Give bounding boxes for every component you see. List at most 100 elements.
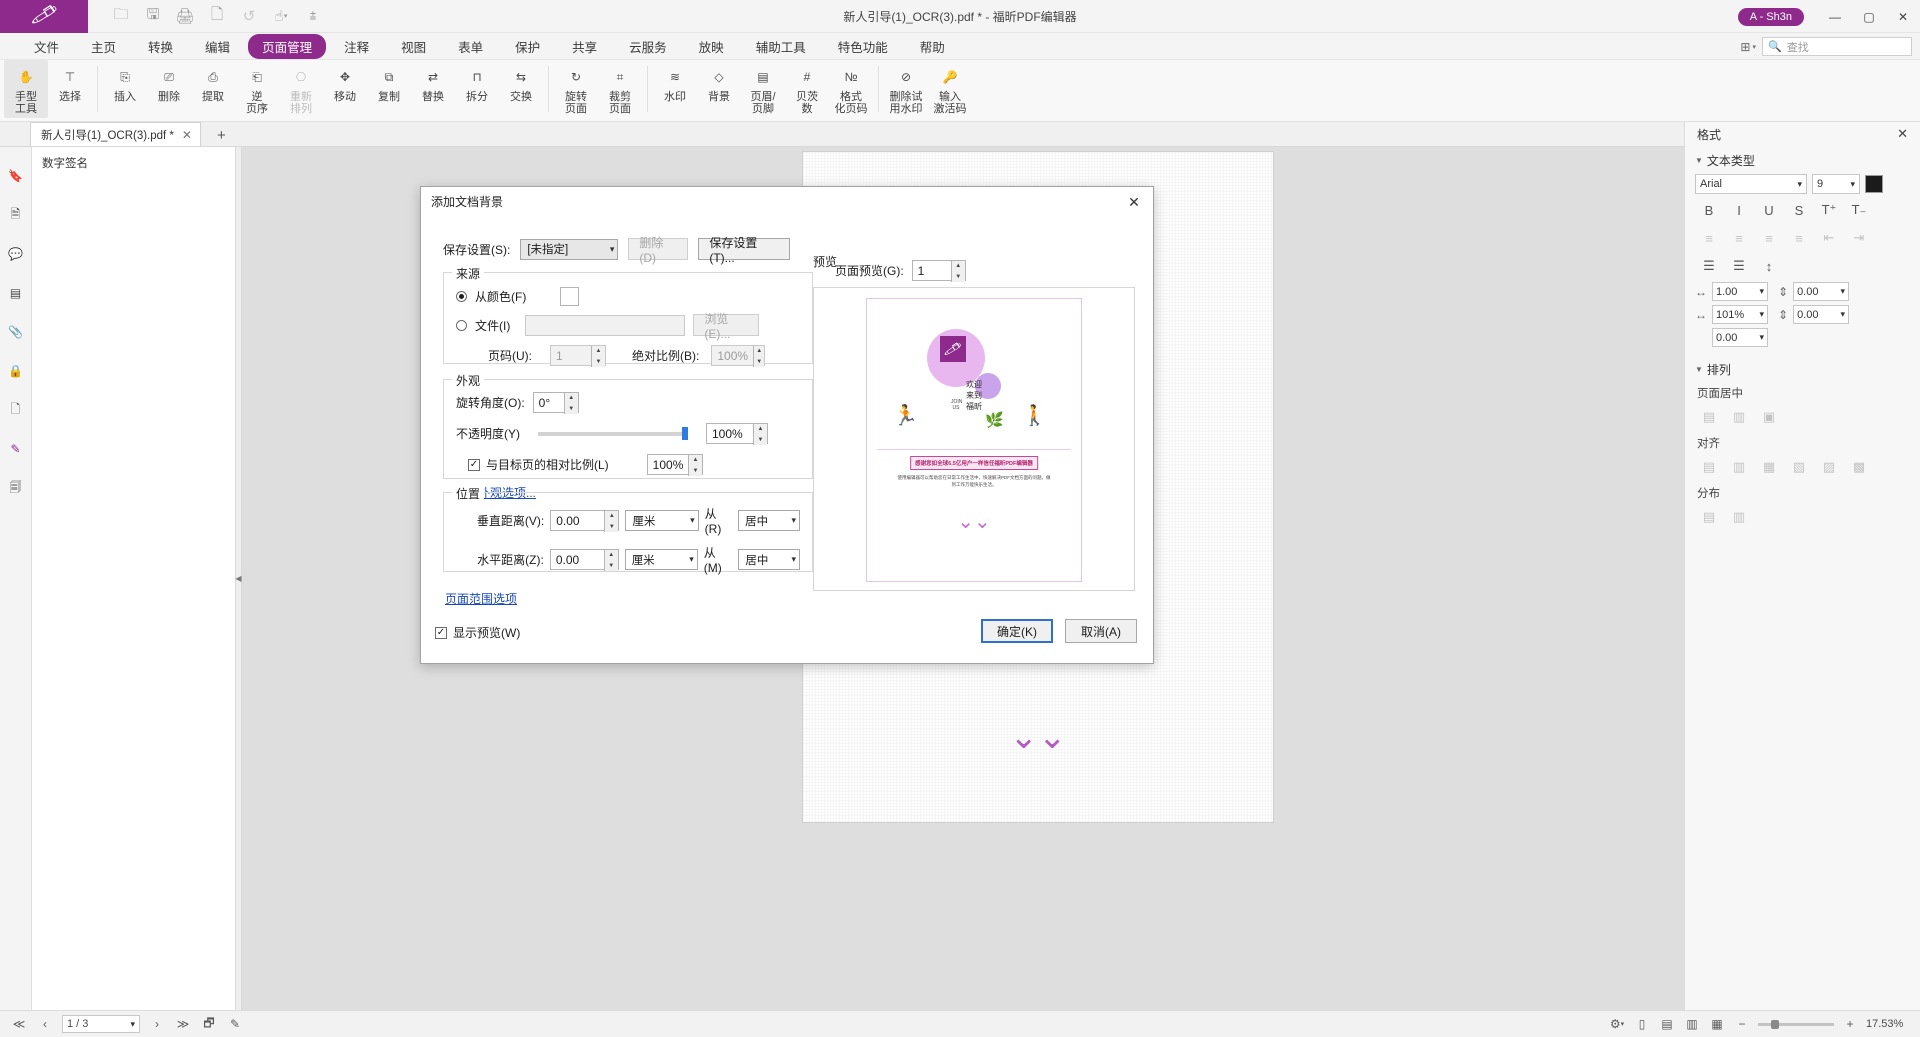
spinner-down[interactable]: ▼ xyxy=(592,357,605,368)
indent-increase-button[interactable]: ⇥ xyxy=(1845,227,1873,249)
opacity-spinner[interactable]: 100% ▲▼ xyxy=(706,423,768,444)
hand-tool-button[interactable]: ☝▾ xyxy=(266,3,296,29)
menu-item-8[interactable]: 保护 xyxy=(501,34,554,59)
snapshot-icon[interactable]: 🗗 xyxy=(200,1015,218,1033)
destinations-icon[interactable]: 🗋 xyxy=(3,397,29,423)
char-spacing-input[interactable]: 1.00▾ xyxy=(1712,282,1768,301)
background-color-swatch[interactable] xyxy=(560,287,579,306)
spinner-arrows[interactable]: ▲▼ xyxy=(604,550,618,571)
view-settings-icon[interactable]: ⚙▾ xyxy=(1608,1015,1626,1033)
font-family-select[interactable]: Arial ▾ xyxy=(1695,174,1807,194)
ribbon-button-格式[interactable]: №格式化页码 xyxy=(829,60,873,118)
new-tab-button[interactable]: + xyxy=(217,127,226,146)
create-pdf-button[interactable]: 🗋 xyxy=(202,3,232,29)
format-panel-close-icon[interactable]: ✕ xyxy=(1897,126,1908,142)
spinner-up[interactable]: ▲ xyxy=(605,550,618,561)
numbered-list-button[interactable]: ☰ xyxy=(1725,255,1753,277)
ribbon-button-提取[interactable]: ⎙提取 xyxy=(191,60,235,118)
spinner-up[interactable]: ▲ xyxy=(754,346,764,357)
italic-button[interactable]: I xyxy=(1725,199,1753,221)
spinner-up[interactable]: ▲ xyxy=(952,261,965,272)
spinner-down[interactable]: ▼ xyxy=(754,435,767,446)
customize-qat-button[interactable]: ⩲ xyxy=(298,3,328,29)
nav-last-page-button[interactable]: ≫ xyxy=(174,1015,192,1033)
digital-signature-icon[interactable]: ✎ xyxy=(3,436,29,462)
horizontal-from-select[interactable]: 居中 ▾ xyxy=(738,549,800,570)
zoom-in-button[interactable]: + xyxy=(1841,1015,1859,1033)
spinner-down[interactable]: ▼ xyxy=(605,522,618,533)
ribbon-button-删除[interactable]: ⎚删除 xyxy=(147,60,191,118)
spinner-up[interactable]: ▲ xyxy=(565,393,578,404)
zoom-slider[interactable] xyxy=(1758,1023,1834,1026)
nav-next-page-button[interactable]: › xyxy=(148,1015,166,1033)
two-page-continuous-icon[interactable]: ▦ xyxy=(1708,1015,1726,1033)
spinner-arrows[interactable]: ▲▼ xyxy=(604,511,618,532)
align-objects-bottom-button[interactable]: ▩ xyxy=(1845,456,1873,478)
save-settings-select[interactable]: [未指定] ▾ xyxy=(520,239,618,260)
horizontal-unit-select[interactable]: 厘米 ▾ xyxy=(625,549,698,570)
h-scale-input[interactable]: 101%▾ xyxy=(1712,305,1768,324)
ribbon-button-裁剪[interactable]: ⌗裁剪页面 xyxy=(598,60,642,118)
distribute-vertically-button[interactable]: ▥ xyxy=(1725,506,1753,528)
cancel-button[interactable]: 取消(A) xyxy=(1065,619,1137,643)
line-spacing-button[interactable]: ↕ xyxy=(1755,255,1783,277)
menu-item-12[interactable]: 辅助工具 xyxy=(742,34,820,59)
spinner-arrows[interactable]: ▲▼ xyxy=(564,393,578,414)
align-center-button[interactable]: ≡ xyxy=(1725,227,1753,249)
distribute-horizontally-button[interactable]: ▤ xyxy=(1695,506,1723,528)
ribbon-button-替换[interactable]: ⇄替换 xyxy=(411,60,455,118)
security-icon[interactable]: 🔒 xyxy=(3,358,29,384)
strikethrough-button[interactable]: S xyxy=(1785,199,1813,221)
opacity-slider[interactable] xyxy=(538,432,688,436)
menu-item-7[interactable]: 表单 xyxy=(444,34,497,59)
menu-item-5[interactable]: 注释 xyxy=(330,34,383,59)
menu-item-14[interactable]: 帮助 xyxy=(906,34,959,59)
line-offset-input[interactable]: 0.00▾ xyxy=(1712,328,1768,347)
v-offset-input[interactable]: 0.00▾ xyxy=(1793,305,1849,324)
ribbon-button-重新[interactable]: ⎔重新排列 xyxy=(279,60,323,118)
delete-settings-button[interactable]: 删除(D) xyxy=(628,238,688,260)
spinner-arrows[interactable]: ▲▼ xyxy=(753,346,764,367)
ribbon-button-复制[interactable]: ⧉复制 xyxy=(367,60,411,118)
spinner-down[interactable]: ▼ xyxy=(605,561,618,572)
open-file-button[interactable]: 🗀 xyxy=(106,3,136,29)
font-size-select[interactable]: 9 ▾ xyxy=(1812,174,1860,194)
spinner-up[interactable]: ▲ xyxy=(605,511,618,522)
ribbon-button-拆分[interactable]: ⊓拆分 xyxy=(455,60,499,118)
center-both-button[interactable]: ▣ xyxy=(1755,406,1783,428)
ribbon-button-逆[interactable]: ⎗逆页序 xyxy=(235,60,279,118)
opacity-slider-knob[interactable] xyxy=(682,427,688,440)
arrange-section-header[interactable]: ▼ 排列 xyxy=(1685,355,1920,381)
ribbon-button-页眉/[interactable]: ▤页眉/页脚 xyxy=(741,60,785,118)
vertical-from-select[interactable]: 居中 ▾ xyxy=(738,510,800,531)
ribbon-button-插入[interactable]: ⎘插入 xyxy=(103,60,147,118)
subscript-button[interactable]: T₋ xyxy=(1845,199,1873,221)
ribbon-button-删除试[interactable]: ⊘删除试用水印 xyxy=(884,60,928,118)
zoom-slider-knob[interactable] xyxy=(1771,1020,1779,1029)
vertical-distance-spinner[interactable]: 0.00 ▲▼ xyxy=(550,510,619,531)
spinner-arrows[interactable]: ▲▼ xyxy=(753,424,767,445)
align-objects-left-button[interactable]: ▤ xyxy=(1695,456,1723,478)
continuous-view-icon[interactable]: ▤ xyxy=(1658,1015,1676,1033)
close-button[interactable]: ✕ xyxy=(1886,0,1920,33)
menu-item-3[interactable]: 编辑 xyxy=(191,34,244,59)
center-vertically-button[interactable]: ▤ xyxy=(1695,406,1723,428)
relative-scale-spinner[interactable]: 100% ▲▼ xyxy=(647,454,703,475)
comments-icon[interactable]: 💬 xyxy=(3,241,29,267)
ribbon-button-背景[interactable]: ◇背景 xyxy=(697,60,741,118)
bookmark-icon[interactable]: 🔖 xyxy=(3,163,29,189)
dialog-close-button[interactable]: ✕ xyxy=(1121,191,1147,213)
from-file-radio[interactable] xyxy=(456,320,467,331)
spinner-down[interactable]: ▼ xyxy=(689,466,701,477)
align-objects-top-button[interactable]: ▧ xyxy=(1785,456,1813,478)
menu-item-0[interactable]: 文件 xyxy=(20,34,73,59)
bold-button[interactable]: B xyxy=(1695,199,1723,221)
ribbon-button-移动[interactable]: ✥移动 xyxy=(323,60,367,118)
layers-icon[interactable]: ▤ xyxy=(3,280,29,306)
horizontal-distance-spinner[interactable]: 0.00 ▲▼ xyxy=(550,549,619,570)
ribbon-button-输入[interactable]: 🔑输入激活码 xyxy=(928,60,972,118)
page-number-input[interactable]: 1 / 3 ▾ xyxy=(62,1015,140,1033)
nav-first-page-button[interactable]: ≪ xyxy=(10,1015,28,1033)
close-tab-icon[interactable]: ✕ xyxy=(182,128,192,142)
pages-icon[interactable]: 🗎 xyxy=(3,202,29,228)
